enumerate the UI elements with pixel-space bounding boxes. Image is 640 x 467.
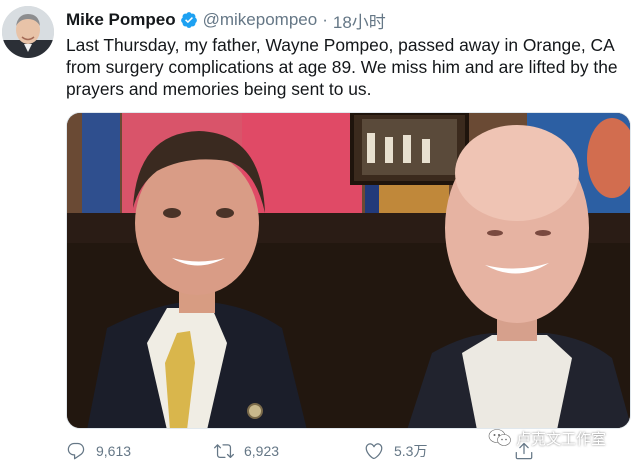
share-icon — [515, 442, 533, 460]
author-name[interactable]: Mike Pompeo — [66, 10, 176, 30]
tweet-text: Last Thursday, my father, Wayne Pompeo, … — [66, 35, 618, 99]
tweet-timestamp[interactable]: 18小时 — [333, 8, 386, 33]
header-separator: · — [322, 10, 328, 29]
tweet-photo[interactable] — [66, 112, 631, 429]
like-button[interactable]: 5.3万 — [364, 438, 427, 464]
reply-icon — [67, 442, 85, 460]
reply-button[interactable]: 9,613 — [66, 438, 131, 464]
author-handle[interactable]: @mikepompeo — [203, 10, 318, 30]
heart-icon — [365, 443, 383, 460]
retweet-count: 6,923 — [244, 443, 280, 459]
retweet-button[interactable]: 6,923 — [214, 438, 279, 464]
tweet-card[interactable]: Mike Pompeo @mikepompeo · 18小时 Last Thur… — [0, 0, 640, 467]
like-count: 5.3万 — [394, 443, 428, 459]
tweet-header: Mike Pompeo @mikepompeo · 18小时 — [66, 8, 386, 33]
reply-count: 9,613 — [96, 443, 132, 459]
tweet-actions: 9,613 6,923 5.3万 — [66, 438, 636, 464]
avatar[interactable] — [2, 6, 54, 58]
share-button[interactable] — [514, 438, 544, 464]
retweet-icon — [214, 444, 234, 459]
verified-badge-icon — [180, 11, 198, 29]
